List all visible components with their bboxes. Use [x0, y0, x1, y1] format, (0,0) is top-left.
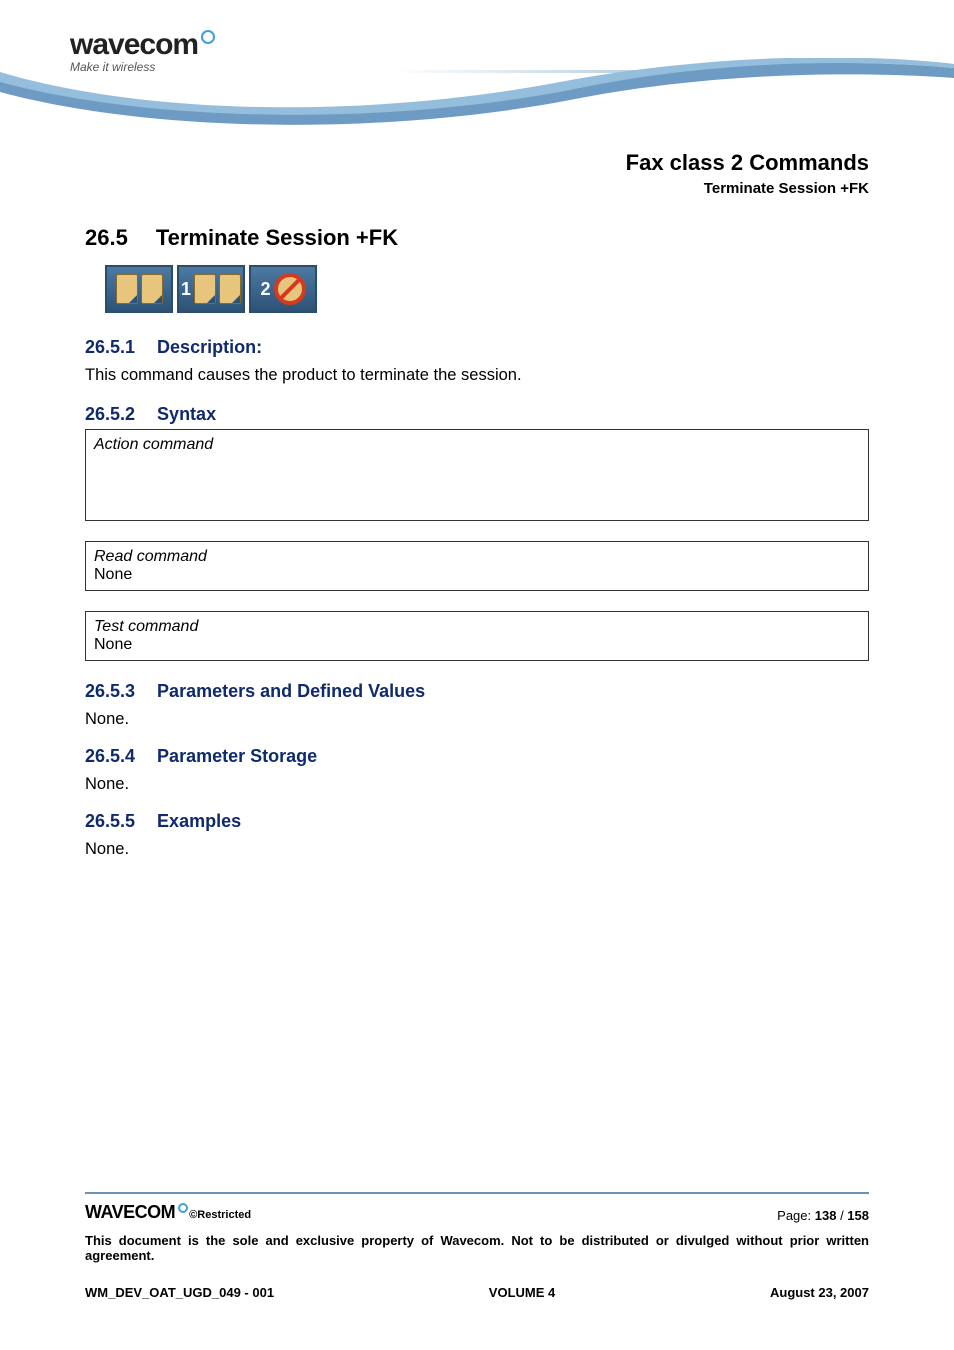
chapter-header: Fax class 2 Commands Terminate Session +…	[85, 150, 869, 197]
footer-brand-logo: WAVECOM	[85, 1202, 188, 1223]
page-footer: WAVECOM ©Restricted Page: 138 / 158 This…	[85, 1192, 869, 1300]
sim-icon	[116, 274, 138, 304]
prohibit-icon	[274, 273, 306, 305]
subsection-heading: 26.5.1 Description:	[85, 337, 869, 358]
examples-text: None.	[85, 838, 869, 862]
subsection-number: 26.5.5	[85, 811, 135, 832]
footer-page: Page: 138 / 158	[777, 1208, 869, 1223]
subsection-number: 26.5.1	[85, 337, 135, 358]
page-total: 158	[847, 1208, 869, 1223]
header-banner: wavecom Make it wireless	[0, 0, 954, 130]
page-content: Fax class 2 Commands Terminate Session +…	[0, 150, 954, 862]
page-current: 138	[815, 1208, 837, 1223]
read-command-value: None	[94, 566, 860, 584]
read-command-label: Read command	[94, 548, 860, 566]
logo-block: wavecom Make it wireless	[70, 28, 215, 74]
subsection-heading: 26.5.5 Examples	[85, 811, 869, 832]
section-number: 26.5	[85, 225, 128, 251]
test-command-label: Test command	[94, 618, 860, 636]
footer-restricted: ©Restricted	[189, 1209, 251, 1221]
swirl-icon	[178, 1203, 188, 1213]
brand-tagline: Make it wireless	[70, 60, 215, 74]
footer-brand-block: WAVECOM ©Restricted	[85, 1202, 251, 1223]
sim-pair-icon	[105, 265, 173, 313]
test-command-box: Test command None	[85, 611, 869, 661]
subsection-heading: 26.5.2 Syntax	[85, 404, 869, 425]
subsection-heading: 26.5.4 Parameter Storage	[85, 746, 869, 767]
doc-reference: WM_DEV_OAT_UGD_049 - 001	[85, 1285, 274, 1300]
storage-text: None.	[85, 773, 869, 797]
footer-top-row: WAVECOM ©Restricted Page: 138 / 158	[85, 1202, 869, 1223]
section-heading: 26.5 Terminate Session +FK	[85, 225, 869, 251]
sim-icon	[194, 274, 216, 304]
subsection-number: 26.5.3	[85, 681, 135, 702]
subsection-number: 26.5.2	[85, 404, 135, 425]
test-command-value: None	[94, 636, 860, 654]
status-icon-strip: 1 2	[105, 265, 869, 313]
sim-icon	[219, 274, 241, 304]
chapter-title: Fax class 2 Commands	[85, 150, 869, 176]
footer-rule	[85, 1192, 869, 1194]
brand-name: wavecom	[70, 28, 198, 62]
subsection-title: Syntax	[157, 404, 216, 425]
description-text: This command causes the product to termi…	[85, 364, 869, 388]
sim-one-icon: 1	[177, 265, 245, 313]
sim-prohibit-icon: 2	[249, 265, 317, 313]
subsection-title: Examples	[157, 811, 241, 832]
subsection-title: Parameters and Defined Values	[157, 681, 425, 702]
action-command-box: Action command	[85, 429, 869, 521]
read-command-box: Read command None	[85, 541, 869, 591]
subsection-title: Description:	[157, 337, 262, 358]
badge-1: 1	[181, 279, 191, 300]
swirl-icon	[201, 30, 215, 44]
badge-2: 2	[260, 279, 270, 300]
chapter-subtitle: Terminate Session +FK	[85, 180, 869, 197]
parameters-text: None.	[85, 708, 869, 732]
footer-bottom-row: WM_DEV_OAT_UGD_049 - 001 VOLUME 4 August…	[85, 1285, 869, 1300]
subsection-heading: 26.5.3 Parameters and Defined Values	[85, 681, 869, 702]
footer-brand-name: WAVECOM	[85, 1202, 175, 1223]
page-sep: /	[836, 1208, 847, 1223]
action-command-label: Action command	[94, 436, 860, 454]
subsection-number: 26.5.4	[85, 746, 135, 767]
doc-date: August 23, 2007	[770, 1285, 869, 1300]
footer-notice: This document is the sole and exclusive …	[85, 1233, 869, 1263]
sim-icon	[141, 274, 163, 304]
page-label: Page:	[777, 1208, 815, 1223]
doc-volume: VOLUME 4	[489, 1285, 555, 1300]
section-title: Terminate Session +FK	[156, 225, 398, 251]
brand-logo: wavecom	[70, 28, 215, 62]
subsection-title: Parameter Storage	[157, 746, 317, 767]
